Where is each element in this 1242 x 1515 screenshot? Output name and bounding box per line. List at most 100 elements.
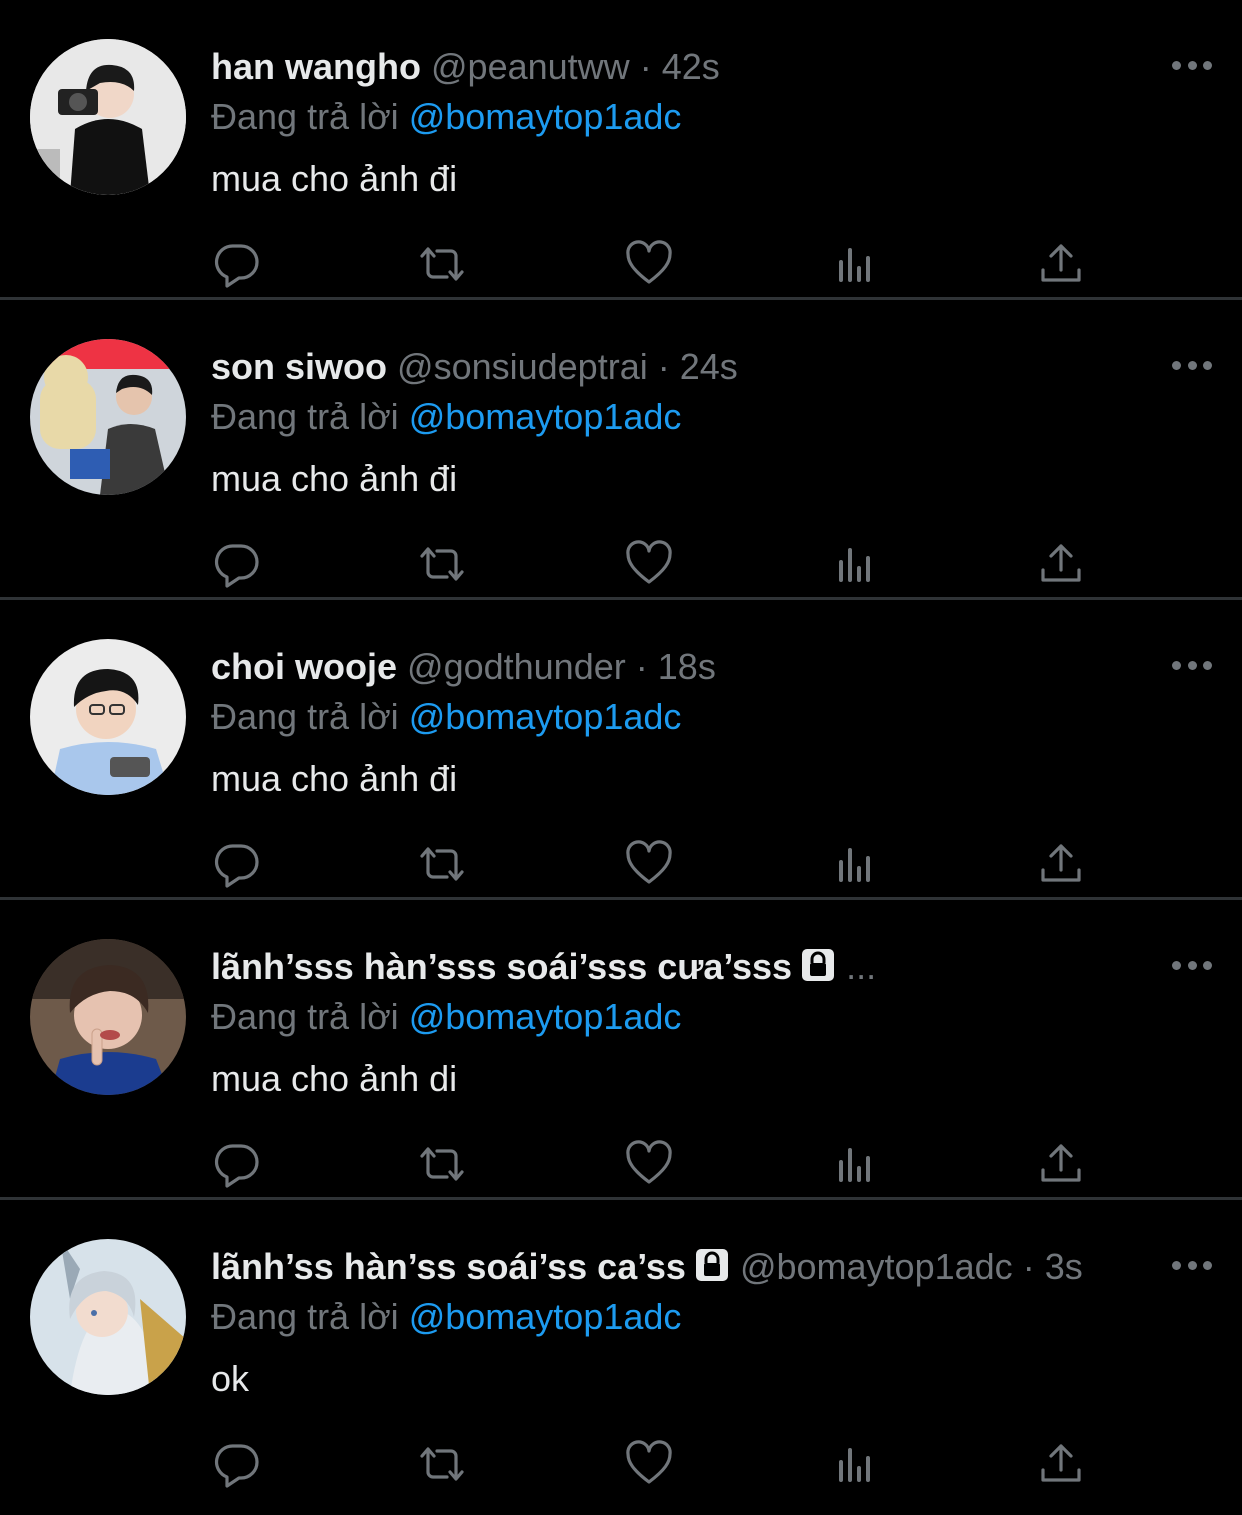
- retweet-button[interactable]: [416, 238, 468, 290]
- views-button[interactable]: [829, 538, 881, 590]
- display-name[interactable]: son siwoo: [211, 346, 387, 387]
- replying-to-handle[interactable]: @bomaytop1adc: [409, 1296, 682, 1337]
- separator-dot: ·: [657, 346, 670, 387]
- display-name[interactable]: lãnh’sss hàn’sss soái’sss cưa’sss: [211, 946, 792, 987]
- more-options-button[interactable]: [1172, 950, 1212, 980]
- bar-chart-icon: [839, 248, 870, 282]
- replying-to-handle[interactable]: @bomaytop1adc: [409, 96, 682, 137]
- more-horizontal-icon: [1172, 960, 1181, 970]
- retweet-icon: [420, 547, 464, 581]
- reply-button[interactable]: [211, 1138, 263, 1190]
- views-button[interactable]: [829, 1138, 881, 1190]
- timestamp[interactable]: 24s: [680, 346, 738, 387]
- tweet[interactable]: lãnh’ss hàn’ss soái’ss ca’ss @bomaytop1a…: [0, 1200, 1242, 1497]
- tweet-text: ok: [211, 1358, 250, 1399]
- share-button[interactable]: [1035, 838, 1087, 890]
- like-button[interactable]: [623, 1438, 675, 1490]
- replying-to: Đang trả lời @bomaytop1adc: [211, 694, 681, 740]
- views-button[interactable]: [829, 1438, 881, 1490]
- more-options-button[interactable]: [1172, 650, 1212, 680]
- user-handle[interactable]: @godthunder: [407, 646, 626, 687]
- like-button[interactable]: [623, 238, 675, 290]
- tweet[interactable]: lãnh’sss hàn’sss soái’sss cưa’sss ... Đa…: [0, 900, 1242, 1200]
- avatar[interactable]: [30, 39, 186, 195]
- lock-icon: [694, 1247, 730, 1283]
- replying-to-handle[interactable]: @bomaytop1adc: [409, 996, 682, 1037]
- tweet-header: son siwoo @sonsiudeptrai · 24s: [211, 344, 738, 390]
- more-horizontal-icon: [1172, 1260, 1181, 1270]
- timestamp[interactable]: 42s: [662, 46, 720, 87]
- more-options-button[interactable]: [1172, 1250, 1212, 1280]
- tweet[interactable]: han wangho @peanutww · 42s Đang trả lời …: [0, 0, 1242, 300]
- retweet-button[interactable]: [416, 838, 468, 890]
- avatar[interactable]: [30, 939, 186, 1095]
- display-name[interactable]: han wangho: [211, 46, 421, 87]
- heart-icon: [626, 240, 672, 284]
- like-button[interactable]: [623, 1138, 675, 1190]
- user-handle[interactable]: @sonsiudeptrai: [397, 346, 648, 387]
- tweet-header: lãnh’sss hàn’sss soái’sss cưa’sss ...: [211, 944, 876, 990]
- heart-icon: [626, 1140, 672, 1184]
- reply-button[interactable]: [211, 238, 263, 290]
- share-upload-icon: [1041, 544, 1081, 582]
- reply-bubble-icon: [214, 1144, 259, 1188]
- reply-button[interactable]: [211, 538, 263, 590]
- bar-chart-icon: [839, 548, 870, 582]
- display-name[interactable]: choi wooje: [211, 646, 397, 687]
- tweet[interactable]: choi wooje @godthunder · 18s Đang trả lờ…: [0, 600, 1242, 900]
- tweet-actions: [211, 1138, 1091, 1190]
- avatar[interactable]: [30, 1239, 186, 1395]
- replying-to-handle[interactable]: @bomaytop1adc: [409, 396, 682, 437]
- more-horizontal-icon: [1172, 360, 1181, 370]
- avatar[interactable]: [30, 639, 186, 795]
- retweet-icon: [420, 247, 464, 281]
- tweet-text: mua cho ảnh đi: [211, 458, 458, 499]
- timestamp[interactable]: 3s: [1045, 1246, 1083, 1287]
- tweet[interactable]: son siwoo @sonsiudeptrai · 24s Đang trả …: [0, 300, 1242, 600]
- like-button[interactable]: [623, 838, 675, 890]
- retweet-button[interactable]: [416, 538, 468, 590]
- heart-icon: [626, 540, 672, 584]
- reply-bubble-icon: [214, 844, 259, 888]
- avatar[interactable]: [30, 339, 186, 495]
- replying-to-label: Đang trả lời: [211, 96, 399, 137]
- tweet-text: mua cho ảnh đi: [211, 758, 458, 799]
- display-name[interactable]: lãnh’ss hàn’ss soái’ss ca’ss: [211, 1246, 686, 1287]
- share-upload-icon: [1041, 1444, 1081, 1482]
- user-handle[interactable]: @bomaytop1adc: [740, 1246, 1013, 1287]
- more-options-button[interactable]: [1172, 50, 1212, 80]
- more-horizontal-icon: [1172, 660, 1181, 670]
- retweet-button[interactable]: [416, 1138, 468, 1190]
- replying-to-label: Đang trả lời: [211, 396, 399, 437]
- more-horizontal-icon: [1172, 60, 1181, 70]
- tweet-actions: [211, 838, 1091, 890]
- views-button[interactable]: [829, 838, 881, 890]
- like-button[interactable]: [623, 538, 675, 590]
- more-options-button[interactable]: [1172, 350, 1212, 380]
- reply-bubble-icon: [214, 1444, 259, 1488]
- share-button[interactable]: [1035, 1138, 1087, 1190]
- share-button[interactable]: [1035, 538, 1087, 590]
- tweet-header: han wangho @peanutww · 42s: [211, 44, 720, 90]
- share-button[interactable]: [1035, 1438, 1087, 1490]
- reply-button[interactable]: [211, 1438, 263, 1490]
- separator-dot: ·: [639, 46, 652, 87]
- truncation-ellipsis: ...: [846, 946, 877, 987]
- replying-to-label: Đang trả lời: [211, 996, 399, 1037]
- reply-button[interactable]: [211, 838, 263, 890]
- tweet-actions: [211, 238, 1091, 290]
- share-upload-icon: [1041, 844, 1081, 882]
- replying-to: Đang trả lời @bomaytop1adc: [211, 1294, 681, 1340]
- replying-to: Đang trả lời @bomaytop1adc: [211, 394, 681, 440]
- retweet-icon: [420, 1447, 464, 1481]
- timestamp[interactable]: 18s: [658, 646, 716, 687]
- share-button[interactable]: [1035, 238, 1087, 290]
- retweet-icon: [420, 847, 464, 881]
- replying-to-label: Đang trả lời: [211, 696, 399, 737]
- bar-chart-icon: [839, 1448, 870, 1482]
- user-handle[interactable]: @peanutww: [431, 46, 630, 87]
- retweet-button[interactable]: [416, 1438, 468, 1490]
- views-button[interactable]: [829, 238, 881, 290]
- lock-icon: [800, 947, 836, 983]
- replying-to-handle[interactable]: @bomaytop1adc: [409, 696, 682, 737]
